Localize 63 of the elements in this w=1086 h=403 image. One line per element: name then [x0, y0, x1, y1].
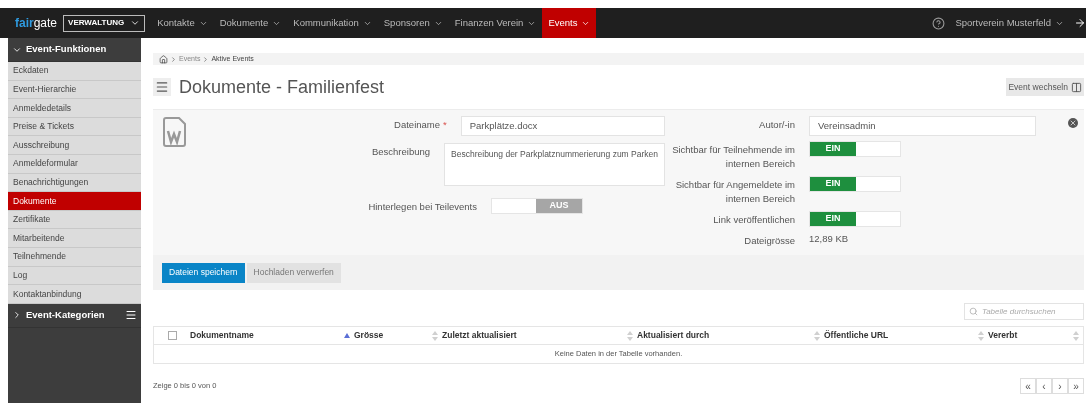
menu-icon[interactable]: [125, 309, 137, 322]
nav-menu-item[interactable]: Sponsoren: [377, 8, 449, 38]
column-header[interactable]: Aktualisiert durch: [637, 329, 814, 342]
chevron-right-icon: [12, 310, 22, 321]
toggle-switch[interactable]: EIN: [809, 176, 901, 192]
nav-menu-item[interactable]: Kommunikation: [287, 8, 378, 38]
field-label: Dateigrösse: [744, 235, 795, 246]
chevron-right-icon: [170, 55, 177, 63]
column-header[interactable]: Dokumentname: [190, 329, 344, 342]
select-all-checkbox[interactable]: [167, 331, 177, 340]
chevron-down-icon: [130, 18, 141, 28]
toggle-switch[interactable]: EIN: [809, 211, 901, 227]
toggle-label: EIN: [810, 142, 856, 156]
text-field[interactable]: Parkplätze.docx: [460, 116, 665, 136]
field-label: Link veröffentlichen: [713, 214, 795, 225]
sidebar-item[interactable]: Ausschreibung: [8, 136, 141, 155]
sort-ascending-icon[interactable]: [344, 333, 350, 338]
field-label: Sichtbar für Teilnehmende im internen Bereich: [672, 144, 795, 169]
close-icon[interactable]: [1068, 118, 1078, 128]
field-label: Sichtbar für Angemeldete im internen Bereich: [675, 179, 795, 204]
field-label: Beschreibung: [371, 146, 431, 157]
toggle-label: EIN: [810, 212, 856, 226]
field-label: Dateiname: [394, 119, 440, 130]
chevron-right-icon: [202, 55, 210, 63]
required-mark: *: [443, 119, 447, 130]
pagination-button[interactable]: «: [1020, 378, 1036, 394]
toggle-switch[interactable]: EIN: [809, 141, 901, 157]
sidebar-item[interactable]: Eckdaten: [8, 62, 141, 81]
column-header[interactable]: Grösse: [354, 329, 432, 342]
discard-button[interactable]: Hochladen verwerfen: [246, 262, 341, 283]
nav-menu-item[interactable]: Dokumente: [213, 8, 288, 38]
toggle-label: EIN: [810, 177, 856, 191]
module-dropdown[interactable]: VERWALTUNG: [63, 14, 146, 32]
field-label: Autor/-in: [759, 119, 795, 130]
textarea-field[interactable]: Beschreibung der Parkplatznummerierung zum Parken: [444, 143, 665, 186]
save-button[interactable]: Dateien speichern: [162, 262, 245, 283]
pagination-button[interactable]: »: [1068, 378, 1084, 394]
column-header[interactable]: Vererbt: [988, 329, 1073, 342]
word-document-icon: [163, 117, 187, 147]
logout-icon[interactable]: [1074, 17, 1086, 29]
column-header[interactable]: Zuletzt aktualisiert: [442, 329, 627, 342]
page-title: Dokumente - Familienfest: [179, 75, 386, 99]
sidebar-item[interactable]: Dokumente: [8, 192, 141, 211]
nav-menu-item[interactable]: Finanzen Verein: [448, 8, 543, 38]
pagination-button[interactable]: ›: [1052, 378, 1068, 394]
nav-menu-item[interactable]: Kontakte: [151, 8, 214, 38]
sidebar-item[interactable]: Kontaktanbindung: [8, 285, 141, 304]
nav-menu-item[interactable]: Events: [542, 8, 597, 38]
column-header[interactable]: Öffentliche URL: [824, 329, 978, 342]
field-value: 12,89 KB: [809, 232, 849, 246]
toggle-label: AUS: [536, 199, 582, 213]
sidebar-item[interactable]: Anmeldedetails: [8, 99, 141, 118]
field-label: Hinterlegen bei Teilevents: [368, 201, 477, 212]
text-field[interactable]: Vereinsadmin: [809, 116, 1036, 136]
logo[interactable]: fairgate: [15, 14, 58, 32]
event-switch-button[interactable]: Event wechseln: [1006, 78, 1084, 96]
pagination-button[interactable]: ‹: [1036, 378, 1052, 394]
club-dropdown[interactable]: Sportverein Musterfeld: [955, 15, 1064, 31]
sidebar-item[interactable]: Mitarbeitende: [8, 229, 141, 248]
columns-icon: [1071, 81, 1082, 93]
help-icon[interactable]: [932, 16, 946, 30]
home-icon[interactable]: [159, 54, 168, 64]
search-icon: [969, 307, 978, 316]
